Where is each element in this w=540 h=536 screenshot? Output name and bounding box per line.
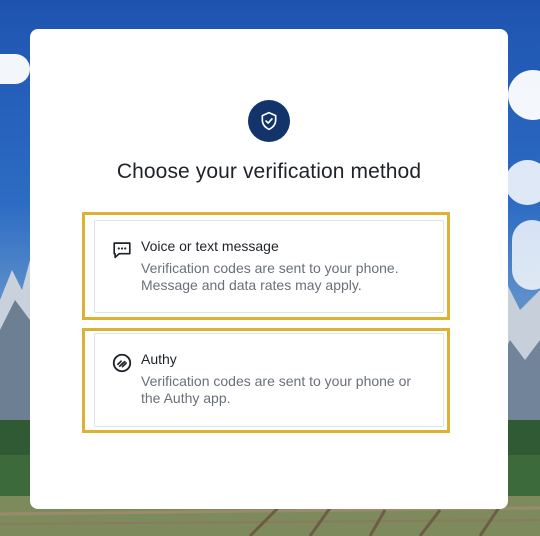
option-description: Verification codes are sent to your phon… bbox=[141, 373, 412, 406]
option-title: Voice or text message bbox=[141, 238, 279, 254]
login-page: Choose your verification method Voice or… bbox=[0, 0, 540, 536]
page-title: Choose your verification method bbox=[116, 160, 422, 183]
option-title: Authy bbox=[141, 351, 177, 367]
background-cloud bbox=[505, 160, 540, 205]
authy-icon bbox=[111, 352, 133, 374]
message-icon bbox=[111, 239, 133, 261]
shield-check-icon bbox=[248, 100, 290, 142]
option-description: Verification codes are sent to your phon… bbox=[141, 260, 399, 293]
background-cloud bbox=[0, 54, 30, 84]
background-cloud bbox=[508, 70, 540, 120]
authy-option[interactable]: Authy Verification codes are sent to you… bbox=[94, 333, 444, 427]
verification-card: Choose your verification method Voice or… bbox=[30, 29, 508, 509]
voice-or-text-option[interactable]: Voice or text message Verification codes… bbox=[94, 220, 444, 313]
